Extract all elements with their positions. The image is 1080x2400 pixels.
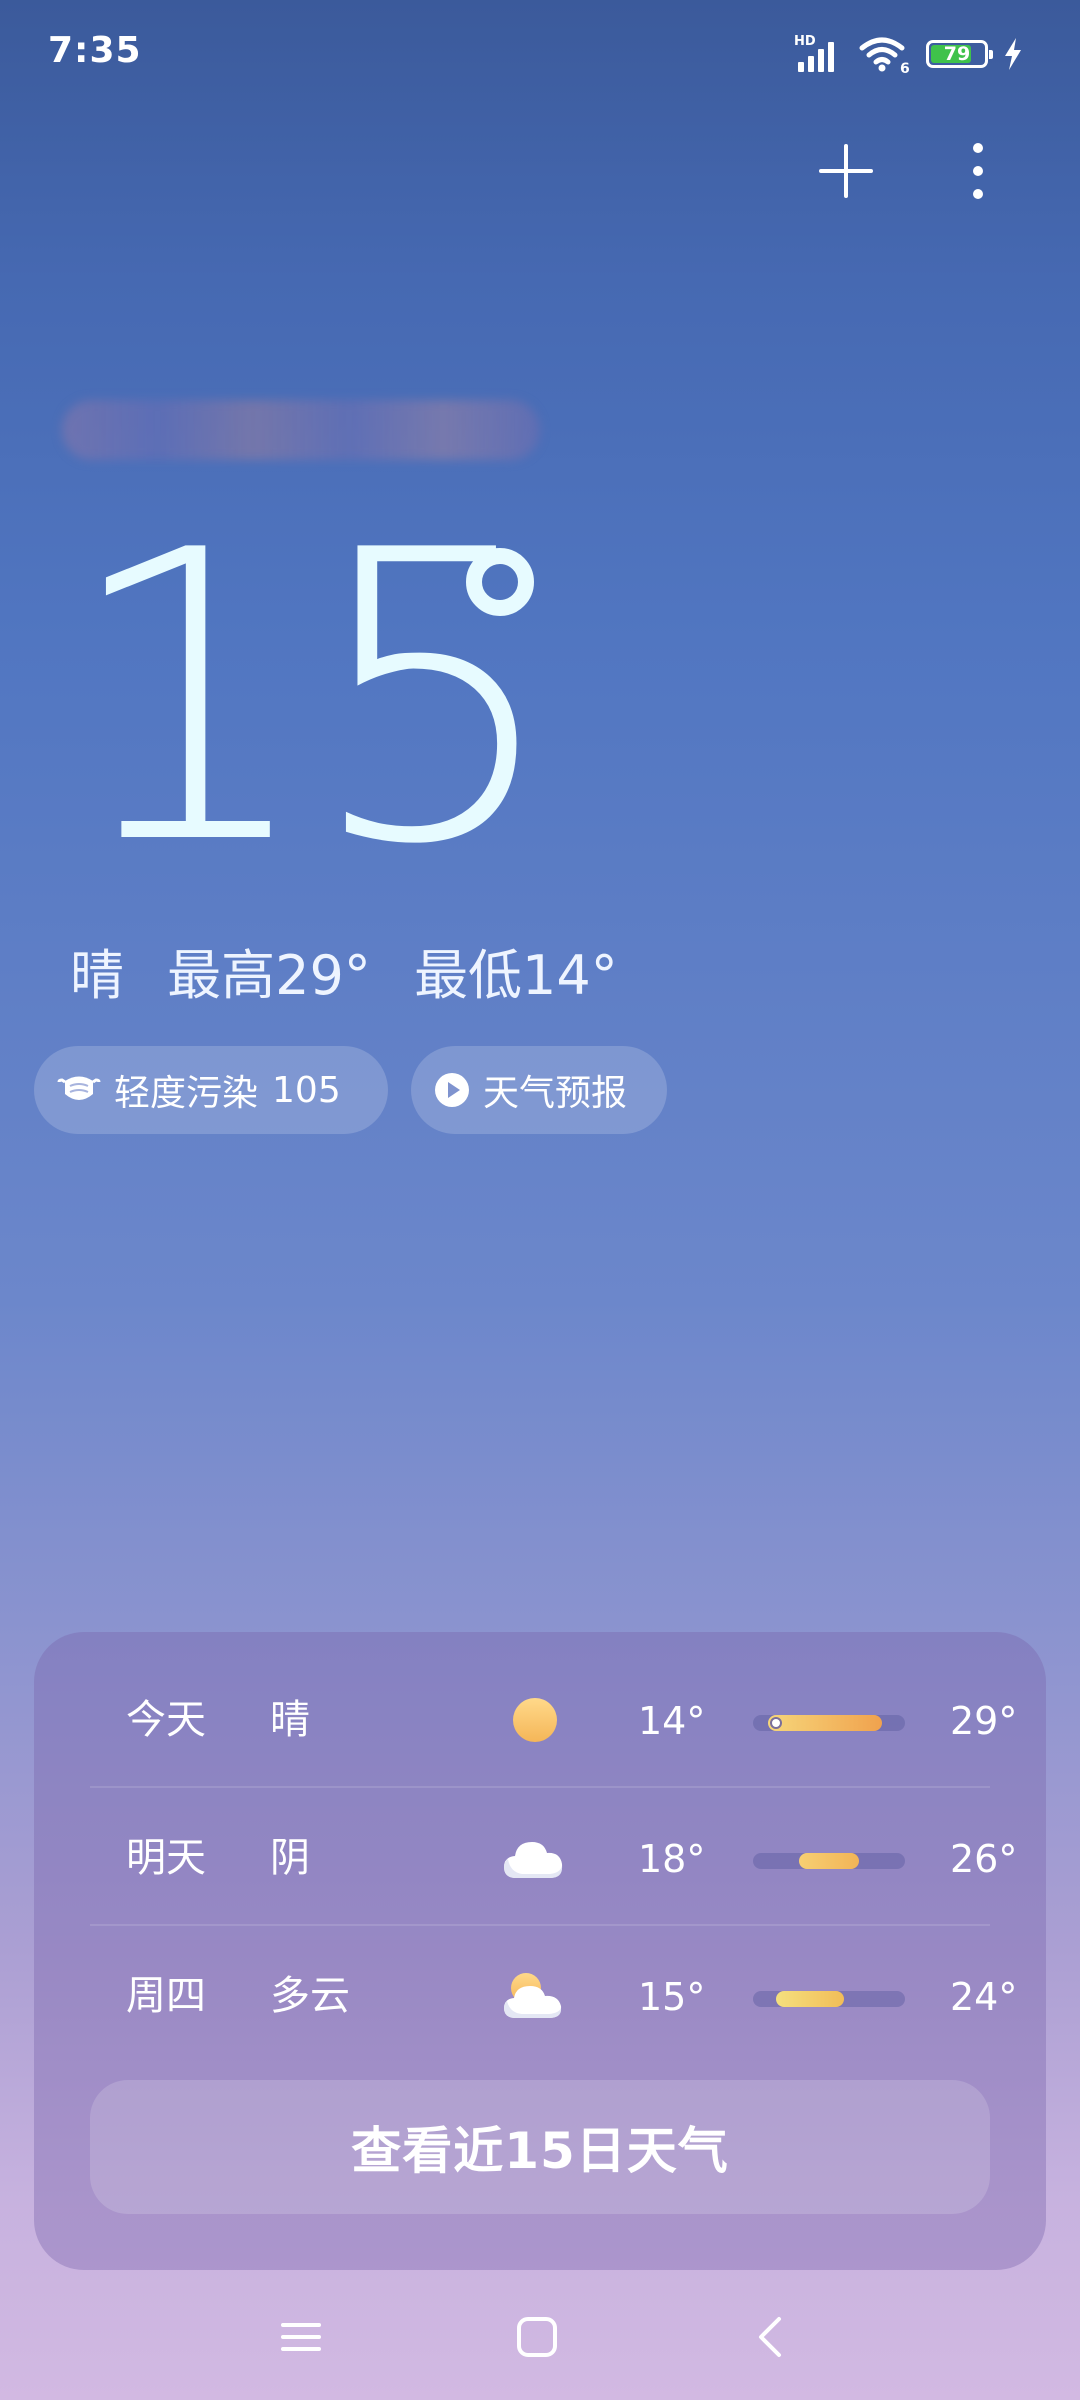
forecast-chip-label: 天气预报 <box>483 1073 628 1114</box>
status-icons: HD 6 79 <box>794 32 1024 76</box>
forecast-row-tomorrow[interactable]: 明天 阴 18° 26° <box>90 1790 1017 1926</box>
location-name-blurred <box>62 400 540 460</box>
back-button[interactable] <box>736 2302 806 2372</box>
weather-summary: 晴 最高29° 最低14° <box>70 942 618 1010</box>
degree-symbol <box>466 548 534 616</box>
more-options-button[interactable] <box>950 140 1006 202</box>
current-temperature-marker <box>769 1717 782 1729</box>
battery-cap <box>989 50 993 59</box>
battery-icon: 79 <box>926 40 993 68</box>
forecast-high: 26° <box>950 1837 1018 1881</box>
forecast-card: 今天 晴 14° 29° 明天 阴 18° 26° 周四 多云 15° 24° … <box>34 1632 1046 2270</box>
air-quality-chip[interactable]: 轻度污染 105 <box>34 1046 388 1134</box>
aqi-value: 105 <box>272 1069 341 1111</box>
row-divider <box>90 1924 990 1926</box>
weather-forecast-chip[interactable]: 天气预报 <box>411 1046 667 1134</box>
cloud-icon <box>504 1842 563 1878</box>
signal-icon: HD <box>794 34 834 72</box>
wifi-icon: 6 <box>859 37 910 74</box>
forecast-condition: 阴 <box>270 1835 310 1881</box>
add-city-button[interactable] <box>815 140 877 202</box>
row-divider <box>90 1786 990 1788</box>
aqi-label: 轻度污染 <box>114 1073 259 1114</box>
plus-icon <box>819 144 873 198</box>
status-bar: 7:35 HD 6 79 <box>0 0 1080 110</box>
forecast-day: 周四 <box>126 1973 206 2019</box>
forecast-day: 明天 <box>126 1835 206 1881</box>
play-icon <box>433 1071 471 1109</box>
home-icon <box>517 2317 557 2357</box>
temperature-range-bar <box>753 1715 905 1731</box>
forecast-low: 15° <box>638 1975 706 2019</box>
sun-icon <box>513 1698 557 1742</box>
high-temperature: 最高29° <box>167 944 371 1007</box>
charging-icon <box>1005 38 1021 70</box>
current-condition: 晴 <box>70 944 124 1007</box>
more-vertical-icon <box>973 143 983 199</box>
status-time: 7:35 <box>48 30 142 71</box>
low-temperature: 最低14° <box>414 944 618 1007</box>
temperature-range-bar <box>753 1853 905 1869</box>
temperature-range-fill <box>775 1991 845 2007</box>
temperature-range-bar <box>753 1991 905 2007</box>
forecast-condition: 晴 <box>270 1697 310 1743</box>
navigation-bar <box>0 2290 1080 2380</box>
temperature-range-fill <box>798 1853 860 1869</box>
wifi-badge: 6 <box>900 61 910 74</box>
mask-icon <box>56 1070 102 1110</box>
forecast-condition: 多云 <box>270 1973 350 2019</box>
network-badge: HD <box>794 34 816 49</box>
forecast-low: 18° <box>638 1837 706 1881</box>
recent-apps-button[interactable] <box>266 2302 336 2372</box>
forecast-high: 29° <box>950 1699 1018 1743</box>
back-icon <box>759 2317 781 2357</box>
partly-cloudy-icon <box>504 1973 562 2018</box>
battery-level: 79 <box>943 42 971 65</box>
forecast-row-today[interactable]: 今天 晴 14° 29° <box>90 1652 1017 1788</box>
temperature-range-fill <box>768 1715 883 1731</box>
forecast-day: 今天 <box>126 1697 206 1743</box>
home-button[interactable] <box>502 2302 572 2372</box>
view-15-day-forecast-button[interactable]: 查看近15日天气 <box>90 2080 990 2214</box>
forecast-high: 24° <box>950 1975 1018 2019</box>
menu-icon <box>281 2323 321 2351</box>
forecast-low: 14° <box>638 1699 706 1743</box>
forecast-row-thursday[interactable]: 周四 多云 15° 24° <box>90 1928 1017 2064</box>
